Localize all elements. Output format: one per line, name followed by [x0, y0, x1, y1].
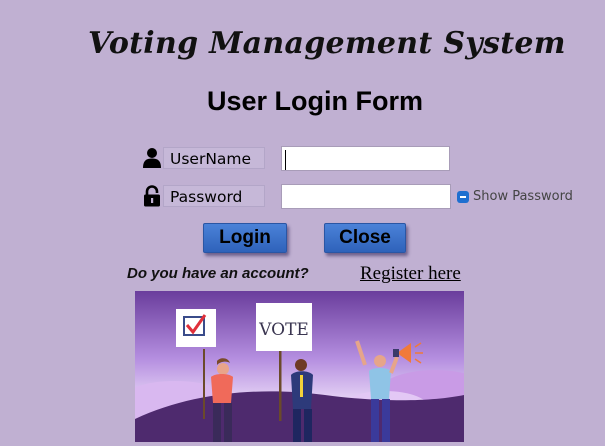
lock-icon: [142, 185, 162, 207]
form-title: User Login Form: [206, 86, 423, 116]
login-button[interactable]: Login: [203, 223, 287, 253]
password-field[interactable]: [281, 184, 451, 209]
vote-sign-text: VOTE: [258, 320, 309, 340]
text-cursor: [285, 150, 286, 170]
user-icon: [142, 147, 162, 169]
show-password-checkbox[interactable]: [457, 191, 469, 203]
close-button[interactable]: Close: [324, 223, 406, 253]
app-title: Voting Management System: [88, 26, 566, 61]
password-label: Password: [163, 185, 265, 207]
register-link[interactable]: Register here: [360, 263, 461, 285]
voting-rally-illustration: VOTE: [117, 291, 495, 442]
username-field[interactable]: [281, 146, 450, 171]
register-prompt: Do you have an account?: [127, 265, 309, 282]
username-label: UserName: [163, 147, 265, 169]
show-password-label[interactable]: Show Password: [473, 189, 573, 204]
